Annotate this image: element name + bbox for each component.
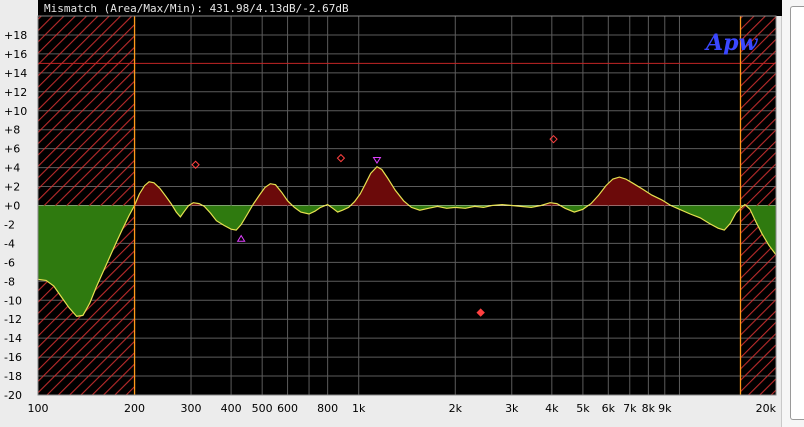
- y-tick-label: +10: [4, 105, 27, 118]
- title-bar-text: Mismatch (Area/Max/Min): 431.98/4.13dB/-…: [44, 2, 349, 15]
- mismatch-analyzer-window: Mismatch (Area/Max/Min): 431.98/4.13dB/-…: [0, 0, 804, 427]
- chart-frame: Mismatch (Area/Max/Min): 431.98/4.13dB/-…: [0, 0, 782, 427]
- mismatch-chart: Mismatch (Area/Max/Min): 431.98/4.13dB/-…: [4, 0, 782, 415]
- y-tick-label: -18: [4, 370, 22, 383]
- x-tick-label: 300: [181, 402, 202, 415]
- y-tick-label: +2: [4, 181, 20, 194]
- side-panel-frame: [790, 6, 804, 420]
- y-tick-label: -4: [4, 237, 15, 250]
- y-tick-label: +14: [4, 67, 27, 80]
- y-tick-label: +0: [4, 200, 20, 213]
- x-tick-label: 200: [124, 402, 145, 415]
- y-tick-label: -14: [4, 332, 22, 345]
- x-tick-label: 500: [252, 402, 273, 415]
- x-tick-label: 4k: [545, 402, 559, 415]
- x-tick-label: 1k: [352, 402, 366, 415]
- y-tick-label: +8: [4, 124, 20, 137]
- y-tick-label: -16: [4, 351, 22, 364]
- x-tick-label: 20k: [756, 402, 777, 415]
- x-axis-ticks: 100 200 300 400 500 600 800 1k 2k 3k 4k 5k 6k 7k 8k 9k 2…: [28, 402, 777, 415]
- x-tick-label: 8k: [642, 402, 656, 415]
- y-axis-ticks: +18 +16 +14 +12 +10 +8 +6 +4 +2 +0 -2 -4 -6 -8 -10 -12 -…: [4, 29, 27, 402]
- x-tick-label: 800: [317, 402, 338, 415]
- y-tick-label: -2: [4, 218, 15, 231]
- y-tick-label: +6: [4, 143, 20, 156]
- x-tick-label: 5k: [576, 402, 590, 415]
- y-tick-label: +18: [4, 29, 27, 42]
- x-tick-label: 3k: [505, 402, 519, 415]
- y-tick-label: -8: [4, 275, 15, 288]
- x-tick-label: 2k: [449, 402, 463, 415]
- y-tick-label: -10: [4, 294, 22, 307]
- y-tick-label: +16: [4, 48, 27, 61]
- x-tick-label: 100: [28, 402, 49, 415]
- apw-logo: Apw: [704, 30, 758, 56]
- x-tick-label: 600: [277, 402, 298, 415]
- y-tick-label: -12: [4, 313, 22, 326]
- y-tick-label: -6: [4, 256, 15, 269]
- y-tick-label: +12: [4, 86, 27, 99]
- x-tick-label: 400: [221, 402, 242, 415]
- x-tick-label: 7k: [623, 402, 637, 415]
- y-tick-label: +4: [4, 162, 20, 175]
- x-tick-label: 6k: [602, 402, 616, 415]
- x-tick-label: 9k: [658, 402, 672, 415]
- side-panel: [782, 0, 804, 427]
- y-tick-label: -20: [4, 389, 22, 402]
